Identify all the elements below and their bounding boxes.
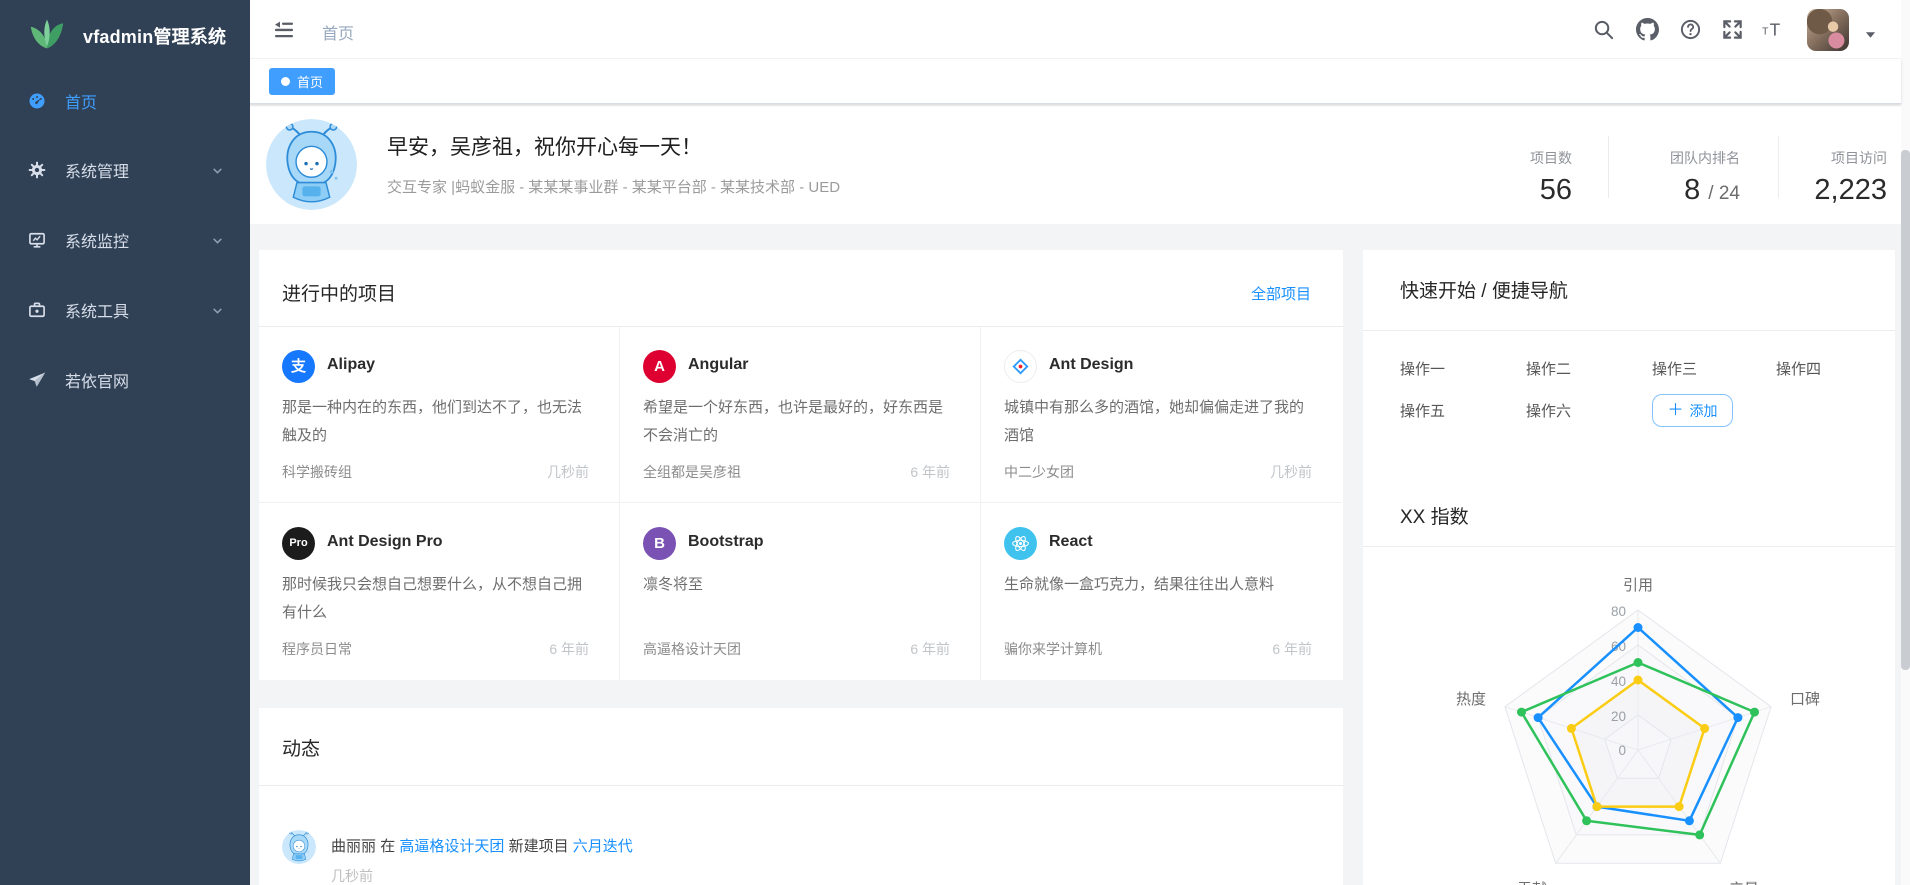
stat-project-visits: 项目访问 2,223 (1747, 106, 1887, 224)
ant-design-logo-icon (1004, 350, 1037, 383)
sidebar-item-label: 若依官网 (65, 368, 129, 392)
bootstrap-logo-icon: B (643, 527, 676, 560)
alipay-logo-icon: 支 (282, 350, 315, 383)
project-card-angular[interactable]: A Angular 希望是一个好东西，也许是最好的，好东西是不会消亡的 全组都是… (620, 326, 981, 503)
workbench-page: vfadmin管理系统 首页 (0, 0, 1910, 885)
svg-text:40: 40 (1611, 674, 1626, 689)
svg-text:热度: 热度 (1456, 691, 1486, 708)
quick-nav-title: 快速开始 / 便捷导航 (1400, 276, 1568, 303)
sidebar-item-home[interactable]: 首页 (0, 73, 250, 129)
svg-text:T: T (1770, 19, 1781, 39)
svg-text:0: 0 (1618, 743, 1626, 758)
activity-user[interactable]: 曲丽丽 (331, 838, 376, 855)
paper-plane-icon (27, 370, 47, 390)
tags-view-bar: 首页 (250, 59, 1901, 104)
sidebar-item-system-monitor[interactable]: 系统监控 (0, 212, 250, 268)
tag-home[interactable]: 首页 (269, 68, 335, 95)
activity-panel: 动态 曲丽丽 在 高逼格设计天团 新建项目 六月迭代 几秒前 (259, 708, 1343, 885)
sidebar: vfadmin管理系统 首页 (0, 0, 250, 885)
help-icon[interactable] (1679, 18, 1702, 41)
top-navbar: 首页 T T (250, 0, 1901, 59)
ant-design-pro-logo-icon: Pro (282, 527, 315, 560)
quick-link-4[interactable]: 操作四 (1776, 358, 1821, 379)
toolbox-icon (27, 300, 47, 320)
stat-team-rank: 团队内排名 8 / 24 (1600, 106, 1740, 224)
stat-project-count: 项目数 56 (1432, 106, 1572, 224)
all-projects-link[interactable]: 全部项目 (1251, 283, 1311, 304)
project-card-alipay[interactable]: 支 Alipay 那是一种内在的东西，他们到达不了，也无法触及的 科学搬砖组 几… (259, 326, 620, 503)
project-card-react[interactable]: React 生命就像一盒巧克力，结果往往出人意料 骗你来学计算机 6 年前 (981, 503, 1342, 680)
divider (1363, 330, 1895, 331)
user-avatar[interactable] (1807, 9, 1849, 51)
gear-icon (27, 160, 47, 180)
activity-time: 几秒前 (331, 866, 373, 885)
tag-label: 首页 (297, 72, 323, 91)
right-panel: 快速开始 / 便捷导航 操作一 操作二 操作三 操作四 操作五 操作六 ＋ 添加… (1363, 250, 1895, 885)
svg-text:口碑: 口碑 (1790, 691, 1820, 708)
tag-active-dot (281, 77, 290, 86)
plus-icon: ＋ (1667, 403, 1683, 419)
font-size-icon[interactable]: T T (1761, 18, 1784, 41)
project-card-bootstrap[interactable]: B Bootstrap 凛冬将至 高逼格设计天团 6 年前 (620, 503, 981, 680)
chevron-down-icon (211, 304, 224, 317)
activity-project-link[interactable]: 六月迭代 (573, 838, 633, 855)
monitor-icon (27, 230, 47, 250)
sidebar-fold-icon[interactable] (272, 18, 296, 42)
sidebar-logo[interactable]: vfadmin管理系统 (0, 0, 250, 72)
search-icon[interactable] (1592, 18, 1615, 41)
quick-link-3[interactable]: 操作三 (1652, 358, 1697, 379)
activity-group-link[interactable]: 高逼格设计天团 (399, 838, 504, 855)
angular-logo-icon: A (643, 350, 676, 383)
leaf-logo-icon (28, 16, 66, 57)
svg-text:T: T (1762, 25, 1769, 37)
dashboard-icon (27, 91, 47, 111)
quick-link-2[interactable]: 操作二 (1526, 358, 1571, 379)
sidebar-item-label: 系统监控 (65, 228, 129, 252)
svg-text:引用: 引用 (1623, 577, 1653, 594)
projects-panel: 进行中的项目 全部项目 支 Alipay 那是一种内在的东西，他们到达不了，也无… (259, 250, 1343, 680)
sidebar-item-label: 系统管理 (65, 158, 129, 182)
projects-title: 进行中的项目 (282, 279, 396, 306)
sidebar-item-label: 系统工具 (65, 298, 129, 322)
caret-down-icon[interactable] (1865, 26, 1876, 34)
breadcrumb[interactable]: 首页 (322, 20, 354, 44)
welcome-panel: 早安，吴彦祖，祝你开心每一天！ 交互专家 |蚂蚁金服 - 某某某事业群 - 某某… (250, 106, 1901, 224)
github-icon[interactable] (1636, 18, 1659, 41)
scrollbar-thumb[interactable] (1901, 150, 1910, 670)
quick-link-5[interactable]: 操作五 (1400, 400, 1445, 421)
quick-link-1[interactable]: 操作一 (1400, 358, 1445, 379)
divider (259, 785, 1343, 786)
quick-link-6[interactable]: 操作六 (1526, 400, 1571, 421)
fullscreen-icon[interactable] (1721, 18, 1744, 41)
divider (1363, 546, 1895, 547)
project-card-antdesignpro[interactable]: Pro Ant Design Pro 那时候我只会想自己想要什么，从不想自己拥有… (259, 503, 620, 680)
sidebar-item-label: 首页 (65, 89, 97, 113)
svg-text:80: 80 (1611, 604, 1626, 619)
app-title: vfadmin管理系统 (83, 23, 226, 49)
greeting-subtitle: 交互专家 |蚂蚁金服 - 某某某事业群 - 某某平台部 - 某某技术部 - UE… (387, 176, 840, 197)
greeting-avatar (266, 119, 357, 210)
svg-text:贡献: 贡献 (1517, 881, 1547, 885)
sidebar-item-system-admin[interactable]: 系统管理 (0, 142, 250, 198)
greeting-text: 早安，吴彦祖，祝你开心每一天！ (387, 131, 702, 161)
add-button[interactable]: ＋ 添加 (1652, 394, 1733, 427)
activity-user-avatar (282, 830, 316, 864)
activity-item: 曲丽丽 在 高逼格设计天团 新建项目 六月迭代 (331, 835, 633, 856)
chevron-down-icon (211, 234, 224, 247)
svg-text:产量: 产量 (1729, 881, 1759, 885)
activity-title: 动态 (282, 734, 320, 761)
xx-index-title: XX 指数 (1400, 502, 1469, 529)
chevron-down-icon (211, 164, 224, 177)
sidebar-item-system-tools[interactable]: 系统工具 (0, 282, 250, 338)
project-card-antdesign[interactable]: Ant Design 城镇中有那么多的酒馆，她却偏偏走进了我的酒馆 中二少女团 … (981, 326, 1342, 503)
react-logo-icon (1004, 527, 1037, 560)
svg-text:20: 20 (1611, 709, 1626, 724)
sidebar-item-ruoyi-site[interactable]: 若依官网 (0, 352, 250, 408)
radar-chart: 020406080引用口碑产量贡献热度 (1428, 570, 1848, 885)
